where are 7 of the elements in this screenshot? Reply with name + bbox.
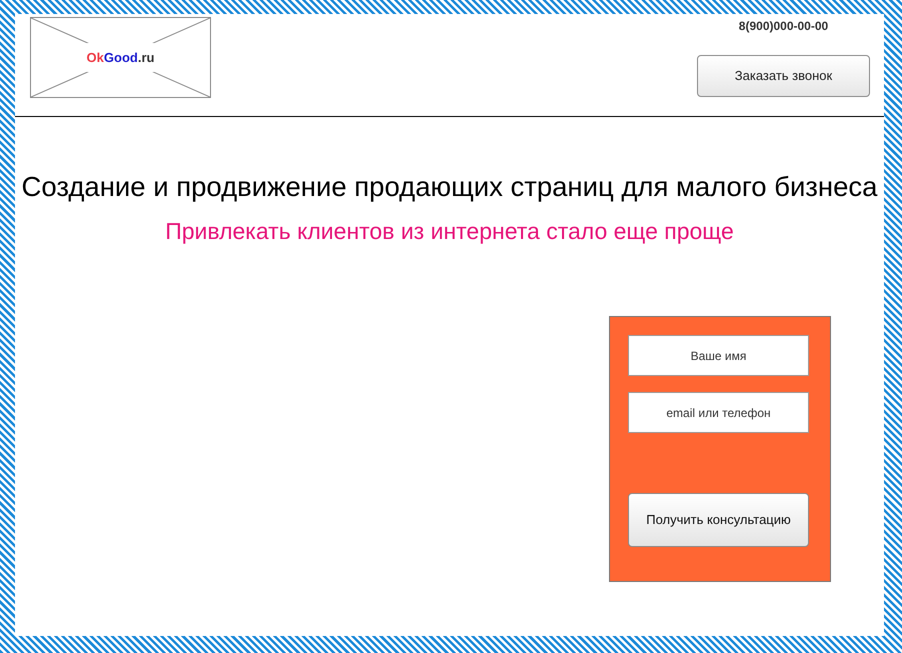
- hero-title: Создание и продвижение продающих страниц для малого бизнеса: [20, 172, 878, 202]
- input-field[interactable]: email или телефон: [628, 392, 809, 433]
- input-field[interactable]: Ваше имя: [628, 335, 809, 376]
- callback-button[interactable]: Заказать звонок: [697, 55, 870, 97]
- phone-number: 8(900)000-00-00: [738, 19, 828, 33]
- consultation-button[interactable]: Получить консультацию: [628, 493, 809, 547]
- hero-subtitle: Привлекать клиентов из интернета стало еще проще: [164, 218, 735, 244]
